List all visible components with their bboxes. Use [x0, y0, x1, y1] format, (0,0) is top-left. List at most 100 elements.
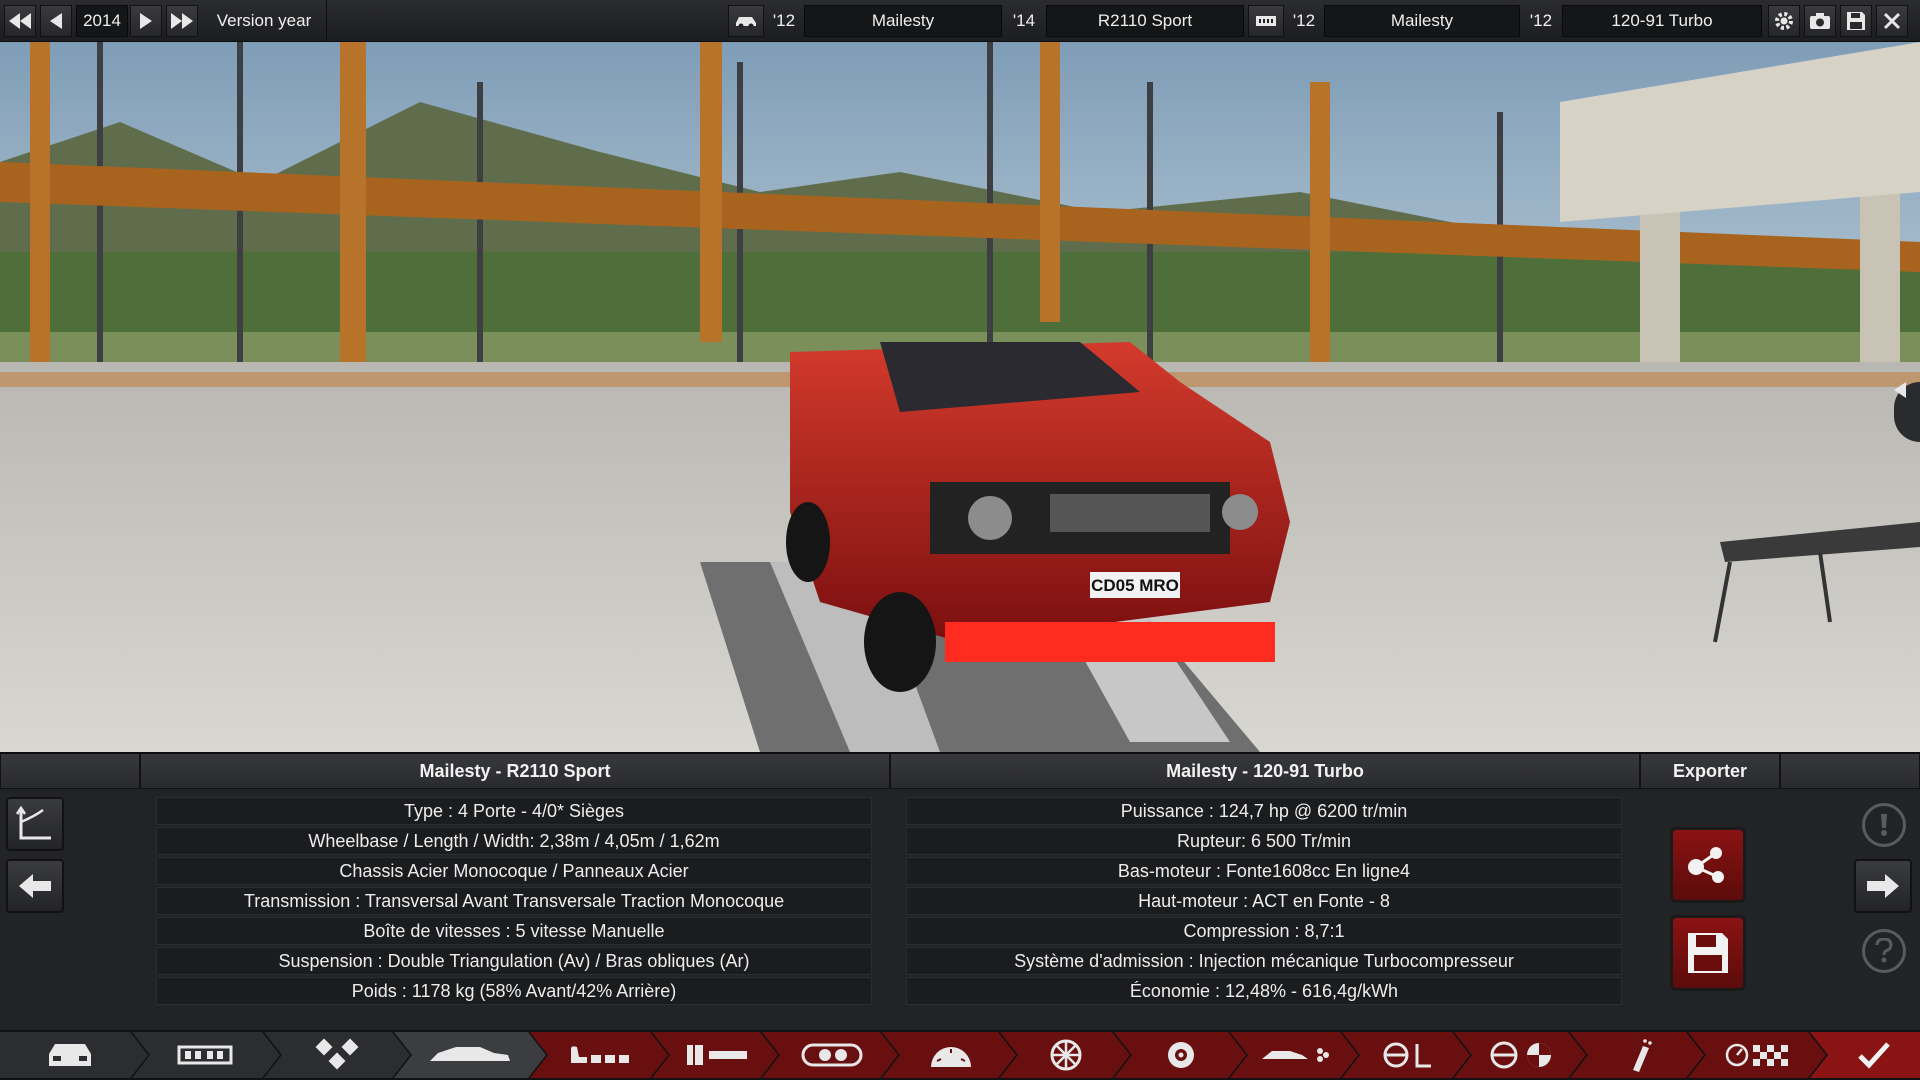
spray-paint-icon [1633, 1039, 1652, 1072]
checkmark-icon [1858, 1042, 1890, 1069]
steering-gear-icon [1383, 1042, 1431, 1068]
tab-chassis[interactable] [150, 1032, 260, 1078]
car-specs-list: Type : 4 Porte - 4/0* Sièges Wheelbase /… [156, 797, 872, 1007]
aero-fan-icon [1262, 1048, 1329, 1062]
export-save-button[interactable] [1670, 915, 1746, 991]
car-showroom-viewport[interactable]: CD05 MRO [0, 42, 1920, 752]
engine-select-button[interactable] [1248, 5, 1284, 37]
tab-suspension[interactable] [284, 1032, 390, 1078]
brake-disc-icon [1168, 1042, 1194, 1068]
tab-aerodynamics[interactable] [1250, 1032, 1342, 1078]
engine-year: '12 [1529, 11, 1553, 30]
engine-icon [801, 1043, 863, 1067]
seats-icon [571, 1046, 629, 1063]
fixtures-icon [687, 1045, 747, 1065]
spec-row: Type : 4 Porte - 4/0* Sièges [156, 797, 872, 825]
tab-brakes[interactable] [1134, 1032, 1228, 1078]
next-button[interactable] [1854, 859, 1912, 913]
spec-row: Rupteur: 6 500 Tr/min [906, 827, 1622, 855]
spec-row: Économie : 12,48% - 616,4g/kWh [906, 977, 1622, 1005]
spec-row: Boîte de vitesses : 5 vitesse Manuelle [156, 917, 872, 945]
year-last-button[interactable] [166, 5, 198, 37]
camera-icon [1810, 13, 1830, 29]
car-icon [736, 17, 756, 29]
save-button[interactable] [1840, 5, 1872, 37]
panel-corner-right [1780, 753, 1920, 789]
car-select-button[interactable] [728, 5, 764, 37]
triangle-left-icon [50, 13, 62, 29]
panel-corner [0, 753, 140, 789]
year-first-button[interactable] [4, 5, 36, 37]
tab-body[interactable] [414, 1032, 526, 1078]
spec-row: Wheelbase / Length / Width: 2,38m / 4,05… [156, 827, 872, 855]
share-button[interactable] [1670, 827, 1746, 903]
arrow-left-icon [19, 874, 51, 898]
question-mark-icon [1875, 938, 1893, 963]
triangle-right-icon [140, 13, 152, 29]
spec-row: Poids : 1178 kg (58% Avant/42% Arrière) [156, 977, 872, 1005]
fast-forward-icon [171, 13, 193, 29]
year-prev-button[interactable] [40, 5, 72, 37]
year-value: 2014 [76, 5, 128, 37]
car-body-icon [430, 1047, 510, 1061]
export-header: Exporter [1640, 753, 1780, 789]
engine-specs-list: Puissance : 124,7 hp @ 6200 tr/min Rupte… [906, 797, 1622, 1007]
engine-model-field[interactable]: Mailesty [1324, 5, 1520, 37]
tab-handling[interactable] [1476, 1032, 1568, 1078]
settings-button[interactable] [1768, 5, 1800, 37]
tab-interior[interactable] [550, 1032, 650, 1078]
camera-angle-button[interactable] [6, 797, 64, 851]
close-button[interactable] [1876, 5, 1908, 37]
tab-engine[interactable] [782, 1032, 882, 1078]
tab-wheels[interactable] [1020, 1032, 1112, 1078]
tab-fixtures[interactable] [672, 1032, 762, 1078]
floppy-disk-icon [1847, 12, 1865, 30]
car-front-icon [49, 1044, 91, 1066]
close-icon [1883, 12, 1901, 30]
suspension-icon [315, 1038, 359, 1070]
plate-text: CD05 MRO [1091, 576, 1179, 595]
showroom-render: CD05 MRO [0, 42, 1920, 752]
spec-row: Haut-moteur : ACT en Fonte - 8 [906, 887, 1622, 915]
car-header: Mailesty - R2110 Sport [140, 753, 890, 789]
tab-tuning[interactable] [902, 1032, 1000, 1078]
tab-testing[interactable] [1708, 1032, 1808, 1078]
engine-model-year: '12 [1292, 11, 1316, 30]
spec-row: Compression : 8,7:1 [906, 917, 1622, 945]
engine-variant-field[interactable]: 120-91 Turbo [1562, 5, 1762, 37]
arrow-right-icon [1867, 874, 1899, 898]
tab-gearbox[interactable] [1364, 1032, 1454, 1078]
stopwatch-flag-icon [1725, 1043, 1788, 1067]
warning-button[interactable] [1862, 803, 1906, 847]
tab-car-model[interactable] [20, 1032, 120, 1078]
top-toolbar: 2014 Version year '12 Mailesty '14 R2110… [0, 0, 1920, 42]
version-year-label: Version year [216, 11, 312, 30]
spec-row: Suspension : Double Triangulation (Av) /… [156, 947, 872, 975]
spec-row: Chassis Acier Monocoque / Panneaux Acier [156, 857, 872, 885]
triangle-left-icon [1894, 382, 1906, 398]
spec-row: Bas-moteur : Fonte1608cc En ligne4 [906, 857, 1622, 885]
help-button[interactable] [1862, 929, 1906, 973]
engine-header: Mailesty - 120-91 Turbo [890, 753, 1640, 789]
gauge-icon [931, 1047, 971, 1067]
model-year: '12 [772, 11, 796, 30]
screenshot-button[interactable] [1804, 5, 1836, 37]
spec-row: Système d'admission : Injection mécaniqu… [906, 947, 1622, 975]
floppy-disk-icon [1688, 933, 1728, 973]
tab-paint[interactable] [1590, 1032, 1686, 1078]
exclamation-icon [1881, 814, 1887, 836]
tab-finish[interactable] [1834, 1032, 1914, 1078]
car-model-field[interactable]: Mailesty [804, 5, 1002, 37]
angle-icon [15, 806, 51, 840]
gear-icon [1775, 12, 1793, 30]
steering-wheel-icon [1490, 1041, 1551, 1069]
car-trim-field[interactable]: R2110 Sport [1046, 5, 1244, 37]
trim-year: '14 [1012, 11, 1036, 30]
wheel-icon [1050, 1039, 1082, 1071]
back-button[interactable] [6, 859, 64, 913]
share-icon [1688, 847, 1724, 883]
year-next-button[interactable] [130, 5, 162, 37]
rewind-icon [9, 13, 31, 29]
chassis-icon [177, 1045, 233, 1065]
spec-row: Transmission : Transversal Avant Transve… [156, 887, 872, 915]
